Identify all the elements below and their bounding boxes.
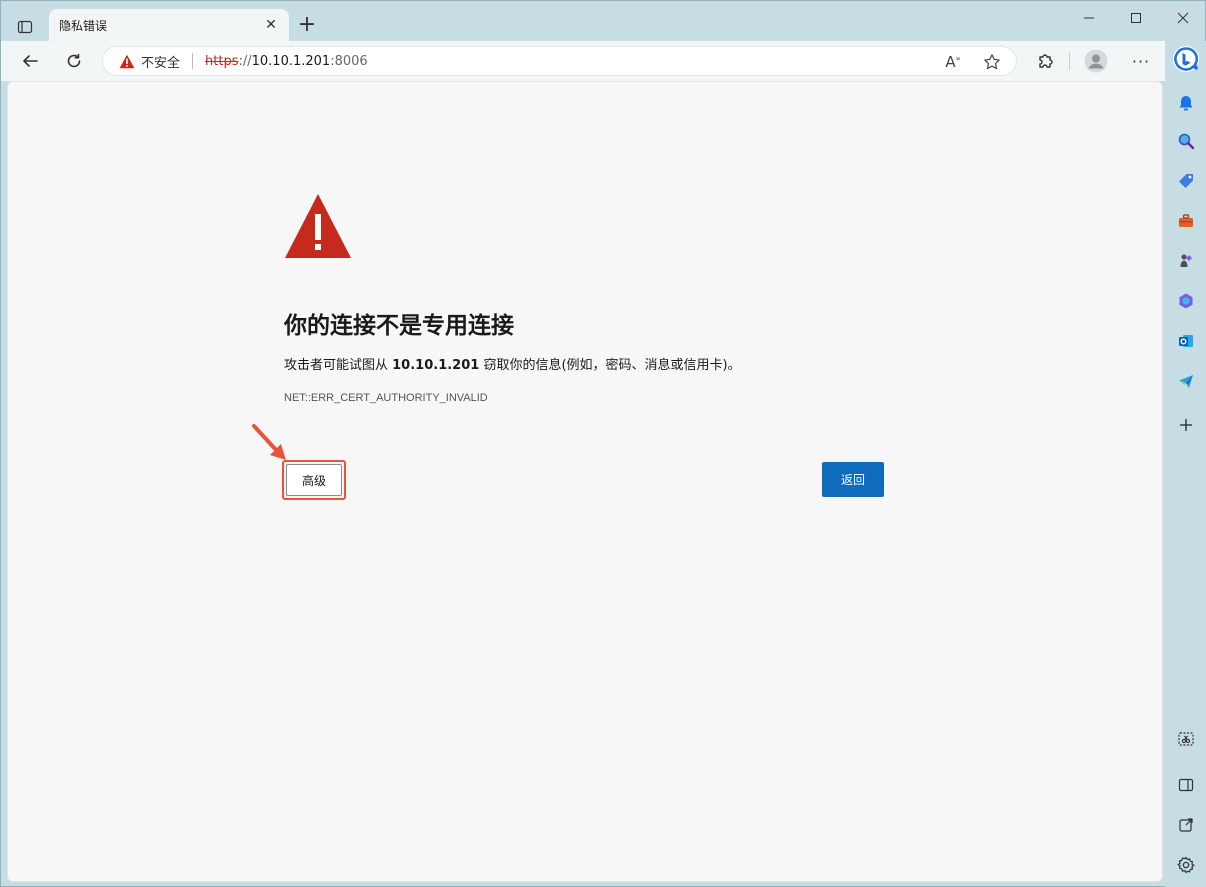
screenshot-button[interactable] <box>1172 725 1200 753</box>
description-host: 10.10.1.201 <box>392 358 480 373</box>
more-icon: ··· <box>1131 51 1151 71</box>
open-in-window-button[interactable] <box>1172 811 1200 839</box>
error-description: 攻击者可能试图从 10.10.1.201 窃取你的信息(例如，密码、消息或信用卡… <box>284 354 741 373</box>
puzzle-icon <box>1039 54 1053 68</box>
url-scheme: https <box>205 53 239 69</box>
sidebar-toggle-icon <box>1178 778 1194 792</box>
avatar-icon <box>1084 49 1108 73</box>
address-bar[interactable]: 不安全 https://10.10.1.201:8006 A» <box>102 46 1017 76</box>
description-suffix: 窃取你的信息(例如，密码、消息或信用卡)。 <box>479 358 741 373</box>
page-title: 你的连接不是专用连接 <box>284 313 514 339</box>
star-icon <box>984 54 1000 70</box>
warning-icon[interactable] <box>119 54 135 69</box>
toolbox-icon <box>1179 214 1193 227</box>
settings-icon <box>1177 856 1195 874</box>
more-options-button[interactable]: ··· <box>1127 47 1155 75</box>
browser-window: 隐私错误 ✕ + 不安全 https://10.10.1.201:8006 A» <box>0 0 1206 887</box>
minimize-button[interactable] <box>1071 7 1107 29</box>
close-window-button[interactable] <box>1165 7 1201 29</box>
extensions-button[interactable] <box>1031 47 1059 75</box>
new-tab-button[interactable]: + <box>297 13 317 37</box>
open-external-icon <box>1179 818 1193 832</box>
notifications-button[interactable] <box>1172 89 1200 117</box>
send-icon <box>1179 375 1193 388</box>
search-button[interactable] <box>1172 127 1200 155</box>
tag-icon <box>1179 174 1193 188</box>
tab-actions-icon <box>17 20 33 34</box>
toggle-sidebar-button[interactable] <box>1172 771 1200 799</box>
address-divider <box>192 53 194 69</box>
tab-privacy-error[interactable]: 隐私错误 ✕ <box>49 9 289 41</box>
bell-icon <box>1179 96 1193 111</box>
copilot-icon <box>1179 293 1193 309</box>
send-button[interactable] <box>1172 367 1200 395</box>
games-icon <box>1180 254 1192 267</box>
screenshot-icon <box>1178 732 1194 746</box>
tab-actions-button[interactable] <box>11 13 39 41</box>
copilot-button[interactable] <box>1172 287 1200 315</box>
profile-button[interactable] <box>1082 47 1110 75</box>
read-aloud-icon: A» <box>945 53 961 71</box>
search-icon <box>1178 133 1195 150</box>
settings-button[interactable] <box>1172 851 1200 879</box>
description-prefix: 攻击者可能试图从 <box>284 358 393 373</box>
games-button[interactable] <box>1172 247 1200 275</box>
advanced-button[interactable]: 高级 <box>286 464 342 496</box>
minimize-icon <box>1084 17 1094 19</box>
security-status-label[interactable]: 不安全 <box>141 52 180 71</box>
url-separator: :// <box>238 53 252 69</box>
outlook-icon <box>1179 335 1193 347</box>
title-bar: 隐私错误 ✕ + <box>1 1 1206 41</box>
edge-sidebar <box>1165 41 1206 887</box>
add-icon <box>1180 419 1192 431</box>
read-aloud-button[interactable]: A» <box>943 52 963 72</box>
back-nav-button[interactable] <box>16 47 44 75</box>
add-sidebar-app-button[interactable] <box>1172 411 1200 439</box>
arrow-left-icon <box>23 55 38 67</box>
tools-button[interactable] <box>1172 207 1200 235</box>
refresh-button[interactable] <box>60 47 88 75</box>
back-button[interactable]: 返回 <box>822 462 884 497</box>
maximize-icon <box>1131 13 1141 23</box>
warning-triangle-icon <box>285 194 351 258</box>
bing-icon <box>1173 46 1199 72</box>
error-code: NET::ERR_CERT_AUTHORITY_INVALID <box>284 392 488 404</box>
tab-close-icon[interactable]: ✕ <box>263 17 279 33</box>
favorite-button[interactable] <box>982 52 1002 72</box>
url-port: :8006 <box>330 53 368 69</box>
close-icon <box>1177 12 1189 24</box>
bing-chat-button[interactable] <box>1172 45 1200 73</box>
refresh-icon <box>67 53 81 68</box>
page-content: 你的连接不是专用连接 攻击者可能试图从 10.10.1.201 窃取你的信息(例… <box>7 81 1163 882</box>
toolbar-divider <box>1069 52 1070 70</box>
tab-title: 隐私错误 <box>59 18 108 33</box>
url-host: 10.10.1.201 <box>251 53 331 69</box>
toolbar: 不安全 https://10.10.1.201:8006 A» ··· <box>1 41 1165 81</box>
outlook-button[interactable] <box>1172 327 1200 355</box>
maximize-button[interactable] <box>1118 7 1154 29</box>
shopping-button[interactable] <box>1172 167 1200 195</box>
